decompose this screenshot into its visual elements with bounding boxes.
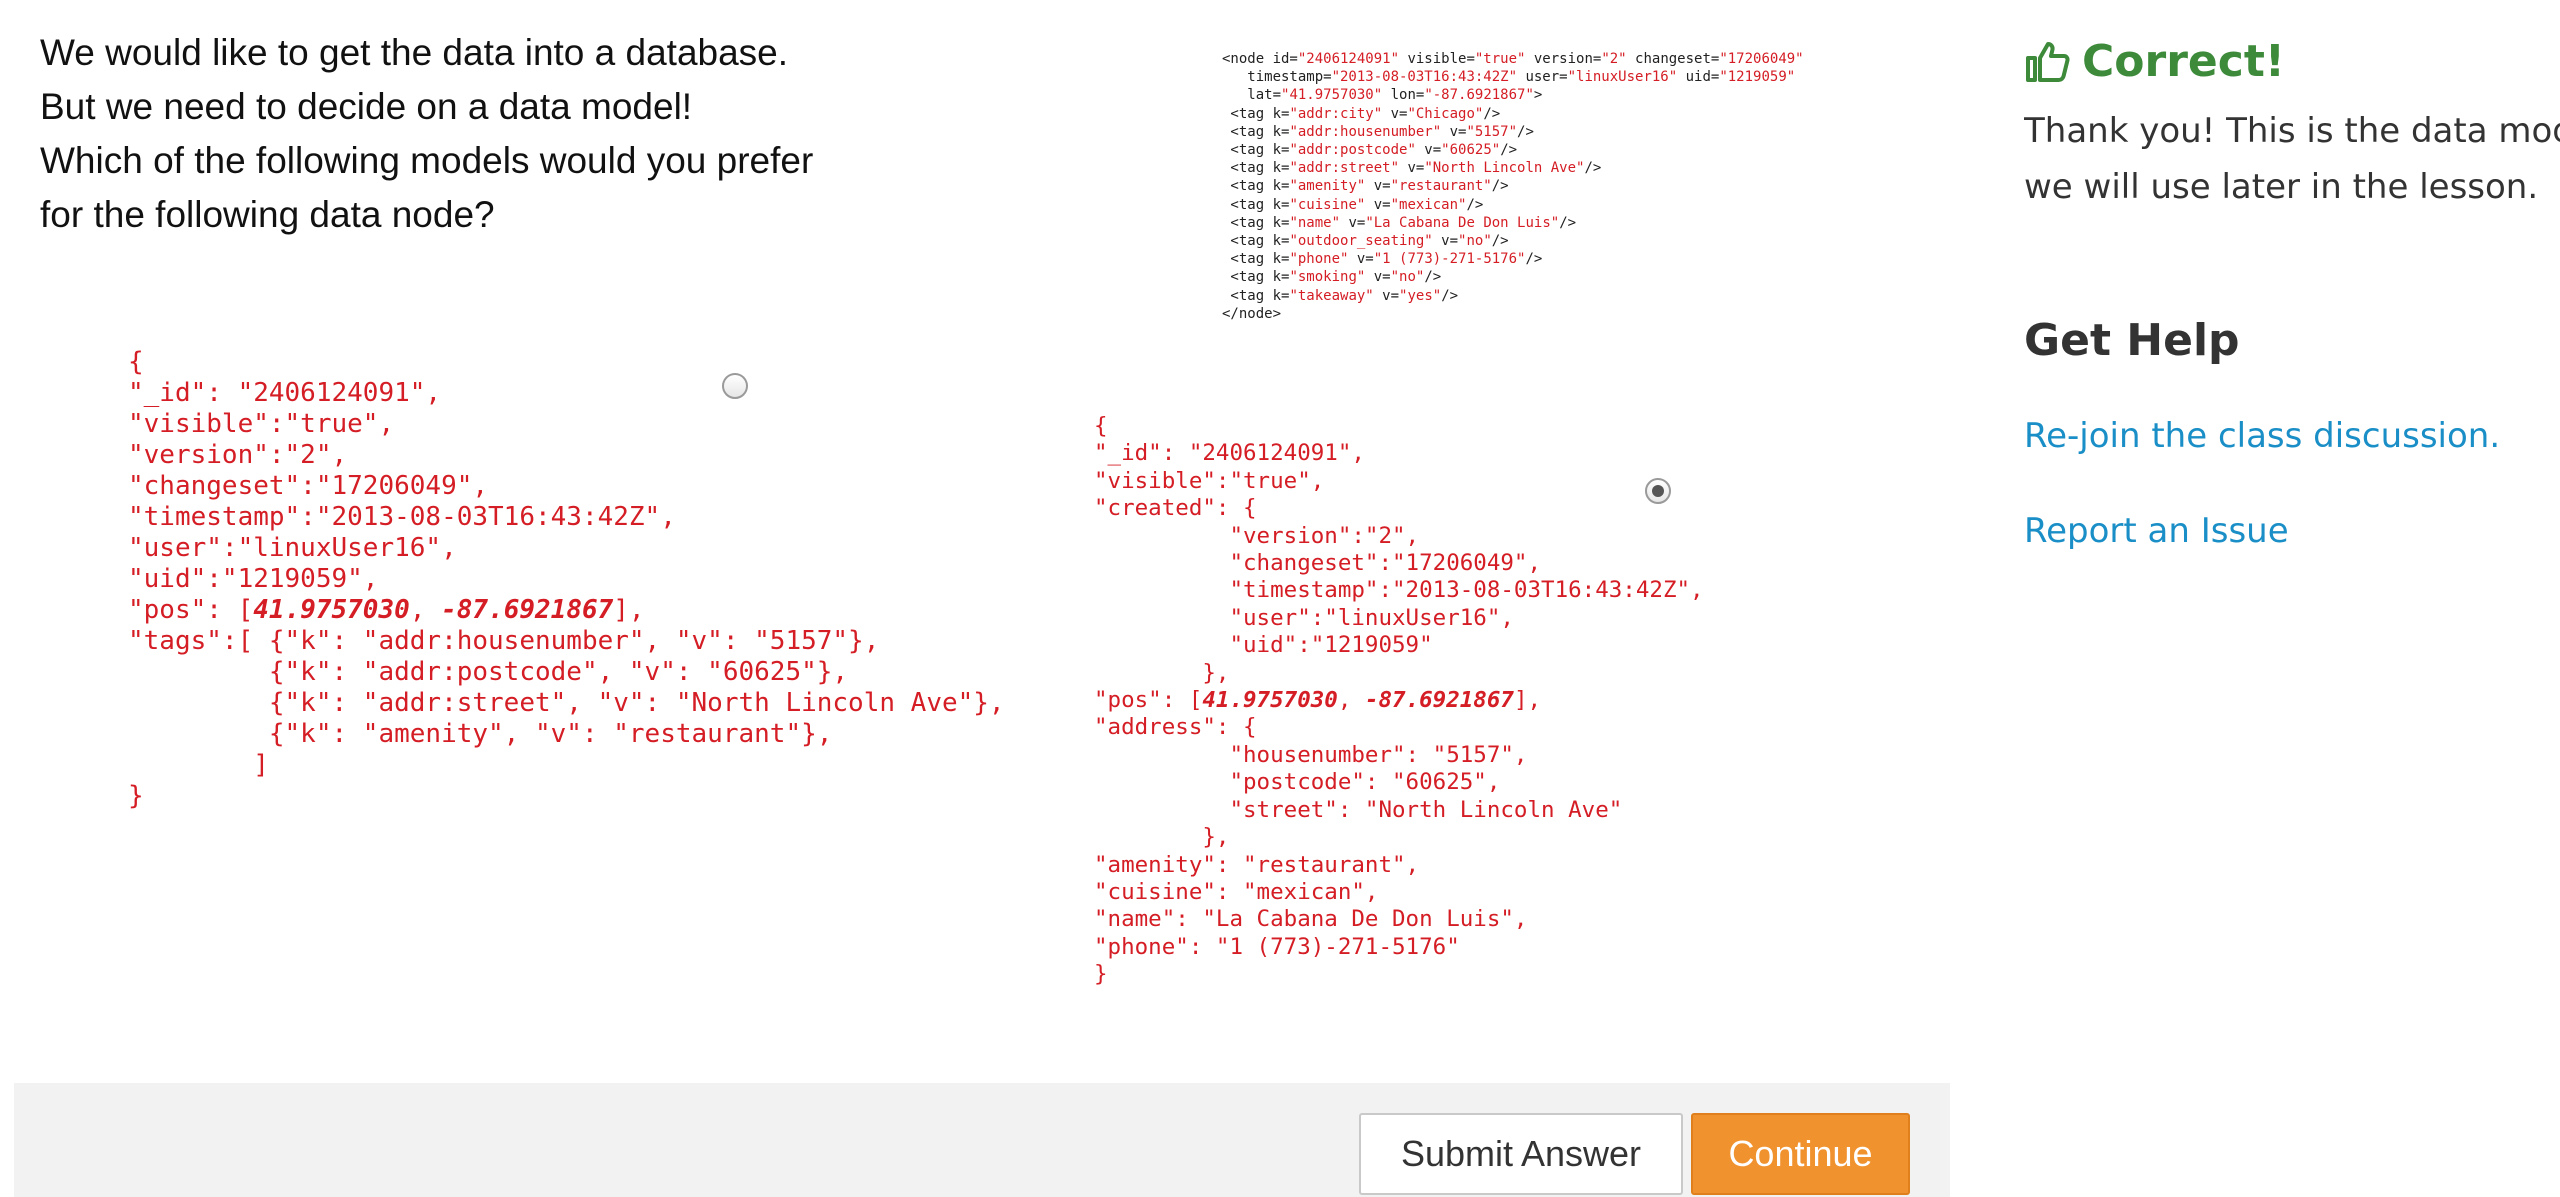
- code-line: "user":"linuxUser16",: [1094, 604, 1514, 631]
- code-line: "timestamp":"2013-08-03T16:43:42Z",: [1094, 577, 1704, 604]
- code-line: {"k": "amenity", "v": "restaurant"},: [128, 719, 833, 749]
- code-line: "user":"linuxUser16",: [128, 533, 457, 563]
- code-line: "amenity": "restaurant",: [1094, 851, 1420, 878]
- code-line: "street": "North Lincoln Ave": [1094, 796, 1623, 823]
- option-b-radio[interactable]: [1645, 478, 1671, 504]
- option-b-code: {"_id": "2406124091", "visible":"true", "c…: [1094, 413, 1704, 989]
- code-line: "version":"2",: [1094, 522, 1420, 549]
- result-heading: Correct!: [2024, 36, 2285, 87]
- code-line: "timestamp":"2013-08-03T16:43:42Z",: [128, 502, 676, 532]
- xml-node-snippet: <node id="2406124091" visible="true" ver…: [1222, 50, 1804, 323]
- code-line: <tag k="takeaway" v="yes"/>: [1222, 287, 1459, 304]
- code-line: }: [128, 781, 144, 811]
- code-line: lat="41.9757030" lon="-87.6921867">: [1222, 87, 1543, 104]
- code-line: "changeset":"17206049",: [1094, 550, 1542, 577]
- answer-footer: Submit Answer Continue: [14, 1083, 1950, 1197]
- code-line: "phone": "1 (773)-271-5176": [1094, 933, 1460, 960]
- code-line: "changeset":"17206049",: [128, 471, 489, 501]
- code-line: <node id="2406124091" visible="true" ver…: [1222, 51, 1804, 67]
- thumbs-up-icon: [2026, 41, 2070, 82]
- code-line: <tag k="addr:street" v="North Lincoln Av…: [1222, 160, 1602, 177]
- code-line: {"k": "addr:street", "v": "North Lincoln…: [128, 688, 1005, 718]
- code-line: <tag k="addr:housenumber" v="5157"/>: [1222, 123, 1534, 140]
- question-text: We would like to get the data into a dat…: [40, 26, 920, 242]
- code-line: "visible":"true",: [1094, 467, 1325, 494]
- quiz-panel: We would like to get the data into a dat…: [14, 0, 1950, 1197]
- code-line: <tag k="outdoor_seating" v="no"/>: [1222, 233, 1509, 250]
- code-line: "visible":"true",: [128, 409, 395, 439]
- code-line: <tag k="amenity" v="restaurant"/>: [1222, 178, 1509, 195]
- code-line: "name": "La Cabana De Don Luis",: [1094, 906, 1528, 933]
- question-line: Which of the following models would you …: [40, 140, 814, 181]
- continue-button[interactable]: Continue: [1691, 1113, 1910, 1195]
- code-line: "uid":"1219059",: [128, 564, 379, 594]
- code-line: timestamp="2013-08-03T16:43:42Z" user="l…: [1222, 69, 1796, 86]
- code-line: <tag k="name" v="La Cabana De Don Luis"/…: [1222, 214, 1577, 231]
- code-line: "_id": "2406124091",: [128, 378, 442, 408]
- code-line: "pos": [41.9757030, -87.6921867],: [1094, 687, 1542, 714]
- option-a-code: {"_id": "2406124091", "visible":"true", "v…: [128, 347, 1005, 812]
- code-line: <tag k="addr:city" v="Chicago"/>: [1222, 105, 1501, 122]
- question-line: for the following data node?: [40, 194, 495, 235]
- code-line: "uid":"1219059": [1094, 632, 1433, 659]
- result-title: Correct!: [2082, 36, 2285, 87]
- code-line: </node>: [1222, 305, 1282, 322]
- code-line: }: [1094, 961, 1108, 988]
- option-a-radio[interactable]: [722, 373, 748, 399]
- code-line: "pos": [41.9757030, -87.6921867],: [128, 595, 645, 625]
- code-line: "address": {: [1094, 714, 1257, 741]
- feedback-sidebar: Correct! Thank you! This is the data mod…: [2024, 0, 2560, 1197]
- code-line: "created": {: [1094, 495, 1257, 522]
- code-line: {: [1094, 413, 1108, 439]
- question-line: But we need to decide on a data model!: [40, 86, 693, 127]
- code-line: "_id": "2406124091",: [1094, 440, 1365, 467]
- code-line: {: [128, 347, 144, 377]
- code-line: <tag k="addr:postcode" v="60625"/>: [1222, 142, 1518, 159]
- code-line: "postcode": "60625",: [1094, 769, 1501, 796]
- result-message-line: Thank you! This is the data model: [2024, 111, 2560, 151]
- code-line: "housenumber": "5157",: [1094, 741, 1528, 768]
- code-line: "cuisine": "mexican",: [1094, 878, 1379, 905]
- get-help-heading: Get Help: [2024, 315, 2240, 366]
- result-message: Thank you! This is the data model we wil…: [2024, 103, 2560, 215]
- code-line: <tag k="smoking" v="no"/>: [1222, 269, 1442, 286]
- question-line: We would like to get the data into a dat…: [40, 32, 789, 73]
- code-line: "tags":[ {"k": "addr:housenumber", "v": …: [128, 626, 880, 656]
- submit-answer-button[interactable]: Submit Answer: [1359, 1113, 1683, 1195]
- code-line: <tag k="phone" v="1 (773)-271-5176"/>: [1222, 251, 1543, 268]
- result-message-line: we will use later in the lesson.: [2024, 167, 2539, 207]
- code-line: },: [1094, 659, 1230, 686]
- rejoin-discussion-link[interactable]: Re-join the class discussion.: [2024, 416, 2500, 456]
- code-line: {"k": "addr:postcode", "v": "60625"},: [128, 657, 849, 687]
- code-line: <tag k="cuisine" v="mexican"/>: [1222, 196, 1484, 213]
- code-line: },: [1094, 824, 1230, 851]
- code-line: ]: [128, 750, 269, 780]
- code-line: "version":"2",: [128, 440, 348, 470]
- report-issue-link[interactable]: Report an Issue: [2024, 511, 2289, 551]
